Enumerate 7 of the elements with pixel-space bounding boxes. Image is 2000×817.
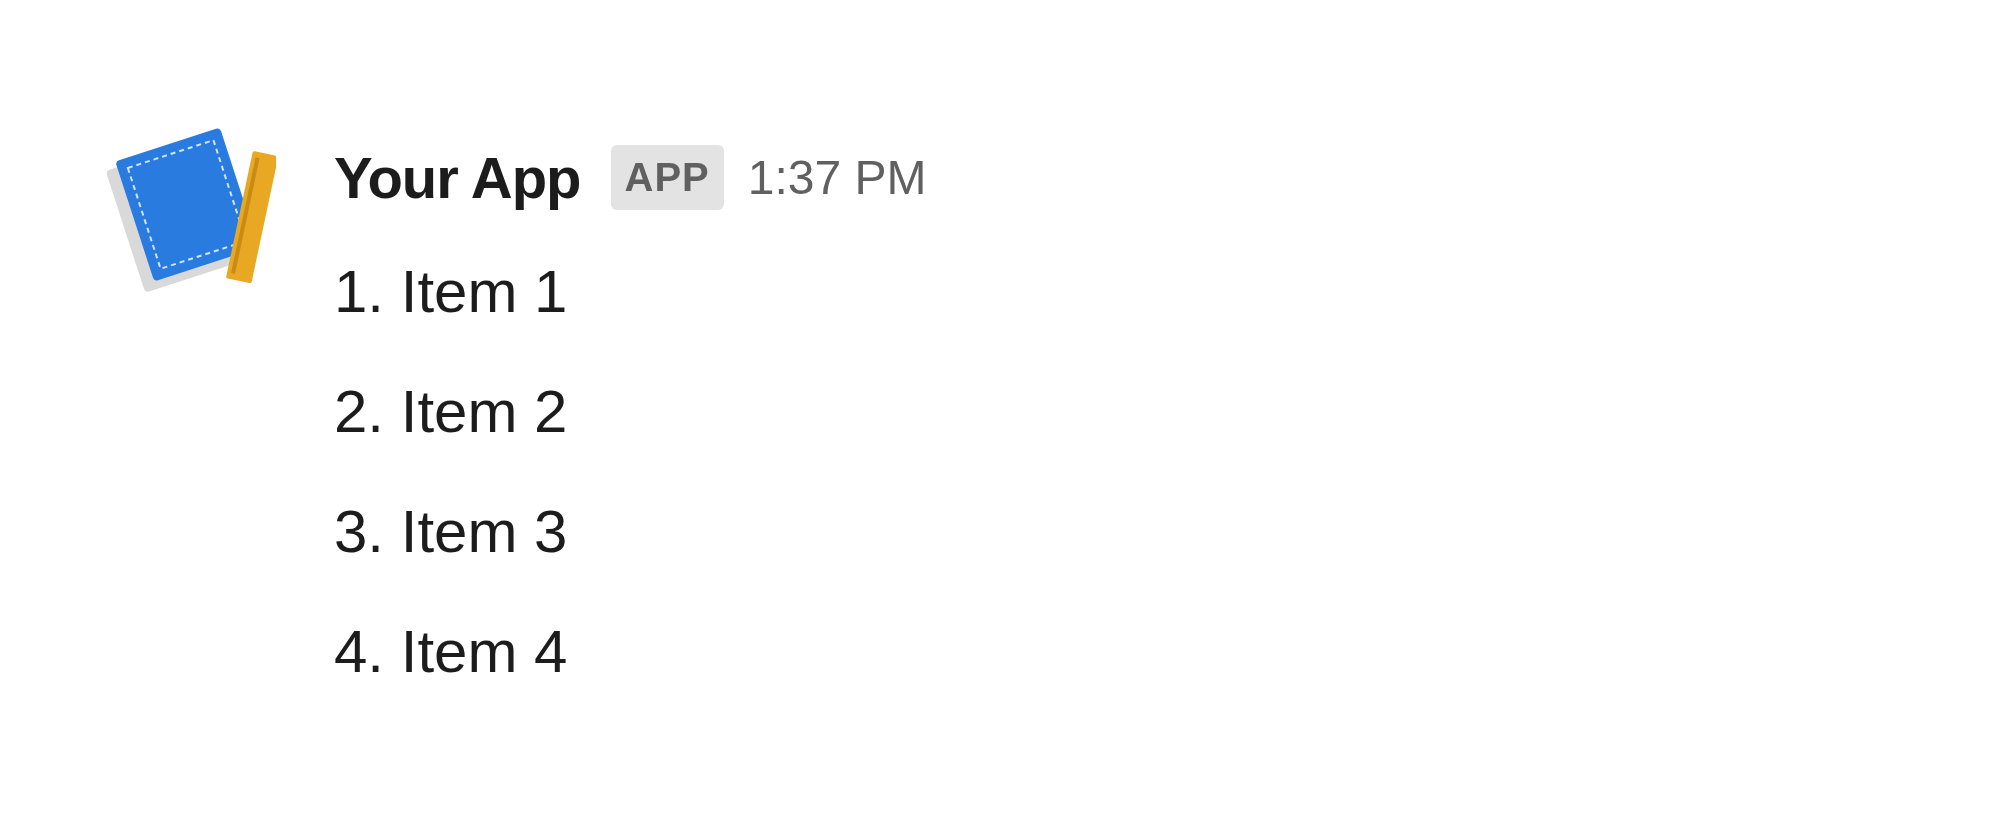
list-item: 4. Item 4 [334, 617, 569, 687]
list-item: 3. Item 3 [334, 497, 569, 567]
list-item: 2. Item 2 [334, 377, 569, 447]
list-item: 1. Item 1 [334, 257, 569, 327]
timestamp[interactable]: 1:37 PM [747, 149, 927, 205]
app-badge: APP [610, 144, 724, 210]
sender-name[interactable]: Your App [334, 143, 581, 211]
